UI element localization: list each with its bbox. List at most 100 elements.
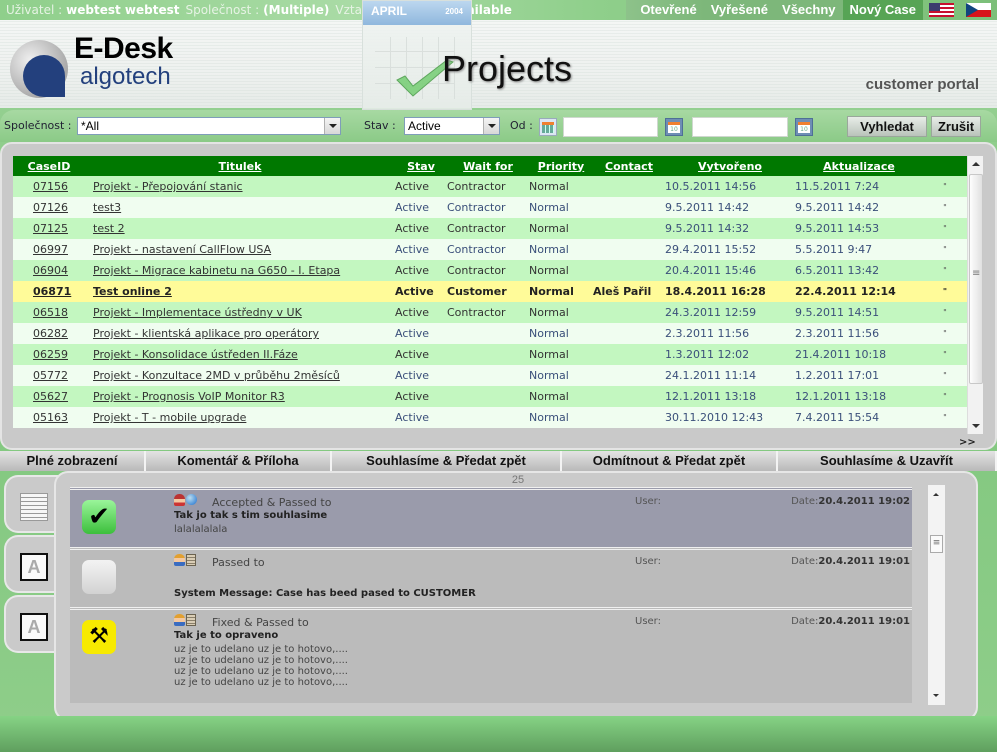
date-to-input[interactable] <box>692 117 788 137</box>
case-title-link[interactable]: Projekt - klientská aplikace pro operáto… <box>85 323 395 344</box>
case-id-link[interactable]: 05772 <box>13 365 85 386</box>
comment-attachment-button[interactable]: Komentář & Příloha <box>146 451 332 471</box>
row-detail-icon[interactable]: " <box>923 239 967 260</box>
case-id-link[interactable]: 06997 <box>13 239 85 260</box>
calendar-picker-icon[interactable] <box>539 118 557 136</box>
calendar-to-icon[interactable]: 10 <box>795 118 813 136</box>
column-header-priority[interactable]: Priority <box>529 156 593 176</box>
table-row[interactable]: 05627 Projekt - Prognosis VoIP Monitor R3… <box>13 386 967 407</box>
row-detail-icon[interactable]: " <box>923 344 967 365</box>
search-button[interactable]: Vyhledat <box>847 116 927 137</box>
row-detail-icon[interactable]: " <box>923 281 967 302</box>
case-id-link[interactable]: 06871 <box>13 281 85 302</box>
row-detail-icon[interactable]: " <box>923 260 967 281</box>
full-view-button[interactable]: Plné zobrazení <box>0 451 146 471</box>
table-row[interactable]: 07156 Projekt - Přepojování stanic Active C… <box>13 176 967 197</box>
history-scrollbar[interactable]: ≡ <box>928 485 945 705</box>
case-title-link[interactable]: Projekt - Prognosis VoIP Monitor R3 <box>85 386 395 407</box>
table-row[interactable]: 06518 Projekt - Implementace ústředny v U… <box>13 302 967 323</box>
history-entry[interactable]: Passed to System Message: Case has beed p… <box>70 547 912 607</box>
column-header-title[interactable]: Titulek <box>85 156 395 176</box>
case-id-link[interactable]: 07126 <box>13 197 85 218</box>
nav-open-cases[interactable]: Otevřené <box>626 0 704 20</box>
czech-flag-icon[interactable] <box>966 3 991 17</box>
case-id-link[interactable]: 06259 <box>13 344 85 365</box>
case-updated: 12.1.2011 13:18 <box>795 386 923 407</box>
date-from-input[interactable] <box>563 117 658 137</box>
case-id-link[interactable]: 06282 <box>13 323 85 344</box>
case-id-link[interactable]: 07156 <box>13 176 85 197</box>
scroll-down-icon[interactable] <box>972 424 980 428</box>
row-detail-icon[interactable]: " <box>923 197 967 218</box>
row-detail-icon[interactable]: " <box>923 176 967 197</box>
case-id-link[interactable]: 05627 <box>13 386 85 407</box>
history-entry[interactable]: ✔ Accepted & Passed to Tak jo tak s tim so… <box>70 487 912 547</box>
edit-document-icon <box>20 493 48 521</box>
case-title-link[interactable]: test 2 <box>85 218 395 239</box>
case-updated: 9.5.2011 14:53 <box>795 218 923 239</box>
case-title-link[interactable]: Projekt - nastavení CallFlow USA <box>85 239 395 260</box>
actor-icons <box>174 614 196 626</box>
cases-scrollbar[interactable] <box>967 156 983 434</box>
scroll-thumb[interactable] <box>969 174 983 384</box>
more-columns-button[interactable]: >> <box>959 437 976 448</box>
case-title-link[interactable]: test3 <box>85 197 395 218</box>
table-row[interactable]: 07125 test 2 Active Contractor Normal 9.5.201… <box>13 218 967 239</box>
nav-all-cases[interactable]: Všechny <box>775 0 843 20</box>
case-id-link[interactable]: 06904 <box>13 260 85 281</box>
cancel-button[interactable]: Zrušit <box>931 116 981 137</box>
nav-resolved-cases[interactable]: Vyřešené <box>703 0 776 20</box>
table-row[interactable]: 06997 Projekt - nastavení CallFlow USA Act… <box>13 239 967 260</box>
entry-action: Fixed & Passed to <box>212 616 309 629</box>
agree-close-button[interactable]: Souhlasíme & Uzavřít <box>778 451 997 471</box>
row-detail-icon[interactable]: " <box>923 302 967 323</box>
case-updated: 9.5.2011 14:51 <box>795 302 923 323</box>
column-header-caseid[interactable]: CaseID <box>13 156 85 176</box>
table-row[interactable]: 05772 Projekt - Konzultace 2MD v průběhu … <box>13 365 967 386</box>
case-id-link[interactable]: 06518 <box>13 302 85 323</box>
column-header-state[interactable]: Stav <box>395 156 447 176</box>
column-header-wait-for[interactable]: Wait for <box>447 156 529 176</box>
case-title-link[interactable]: Projekt - Konzultace 2MD v průběhu 2měsí… <box>85 365 395 386</box>
chevron-down-icon[interactable] <box>483 118 499 134</box>
chevron-down-icon[interactable] <box>324 118 340 134</box>
case-contact <box>593 302 665 323</box>
row-detail-icon[interactable]: " <box>923 365 967 386</box>
row-detail-icon[interactable]: " <box>923 386 967 407</box>
reject-pass-back-button[interactable]: Odmítnout & Předat zpět <box>562 451 778 471</box>
row-detail-icon[interactable]: " <box>923 218 967 239</box>
column-header-created[interactable]: Vytvořeno <box>665 156 795 176</box>
english-flag-icon[interactable] <box>929 3 954 17</box>
case-id-link[interactable]: 07125 <box>13 218 85 239</box>
case-title-link[interactable]: Projekt - Konsolidace ústředen II.Fáze <box>85 344 395 365</box>
calendar-from-icon[interactable]: 10 <box>665 118 683 136</box>
row-detail-icon[interactable]: " <box>923 323 967 344</box>
state-filter-select[interactable]: Active <box>404 117 500 135</box>
table-row[interactable]: 05163 Projekt - T - mobile upgrade Active N… <box>13 407 967 428</box>
entry-user-label: User: <box>635 496 661 507</box>
table-row[interactable]: 06282 Projekt - klientská aplikace pro op… <box>13 323 967 344</box>
table-row[interactable]: 06871 Test online 2 Active Customer Normal Al… <box>13 281 967 302</box>
nav-new-case[interactable]: Nový Case <box>842 0 923 20</box>
history-entry[interactable]: ⚒ Fixed & Passed to Tak je to opraveno uz j… <box>70 607 912 703</box>
case-title-link[interactable]: Projekt - Přepojování stanic <box>85 176 395 197</box>
column-header-updated[interactable]: Aktualizace <box>795 156 923 176</box>
agree-pass-back-button[interactable]: Souhlasíme & Předat zpět <box>332 451 562 471</box>
scroll-up-icon[interactable] <box>972 162 980 166</box>
scroll-down-icon[interactable] <box>933 694 939 697</box>
case-contact <box>593 176 665 197</box>
table-row[interactable]: 06259 Projekt - Konsolidace ústředen II.F… <box>13 344 967 365</box>
table-row[interactable]: 06904 Projekt - Migrace kabinetu na G650 … <box>13 260 967 281</box>
case-title-link[interactable]: Test online 2 <box>85 281 395 302</box>
table-row[interactable]: 07126 test3 Active Contractor Normal 9.5.2011… <box>13 197 967 218</box>
column-header-contact[interactable]: Contact <box>593 156 665 176</box>
company-filter-select[interactable]: *All <box>77 117 341 135</box>
case-title-link[interactable]: Projekt - T - mobile upgrade <box>85 407 395 428</box>
case-id-link[interactable]: 05163 <box>13 407 85 428</box>
scroll-thumb[interactable]: ≡ <box>930 535 943 553</box>
row-detail-icon[interactable]: " <box>923 407 967 428</box>
case-title-link[interactable]: Projekt - Migrace kabinetu na G650 - I. … <box>85 260 395 281</box>
case-title-link[interactable]: Projekt - Implementace ústředny v UK <box>85 302 395 323</box>
tools-icon: ⚒ <box>82 620 116 654</box>
scroll-up-icon[interactable] <box>933 493 939 496</box>
